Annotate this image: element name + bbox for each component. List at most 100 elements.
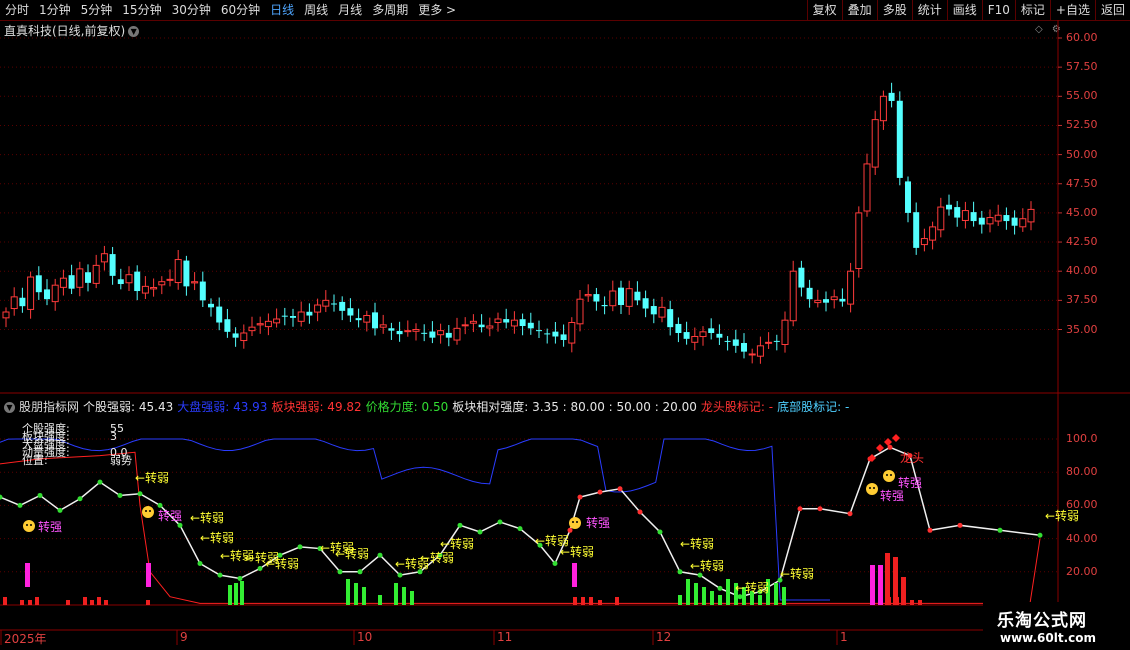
candle-body-up: [920, 238, 928, 246]
strength-dot: [617, 486, 623, 492]
candle-body-up: [76, 268, 84, 288]
strength-dot: [157, 502, 163, 508]
zhuanqiang-label: 转强: [38, 519, 62, 534]
candle-body-up: [404, 330, 412, 333]
candle-body-up: [264, 320, 272, 328]
candle-body-up: [937, 206, 945, 231]
sad-face-icon: [149, 510, 151, 512]
strength-dot: [927, 527, 933, 533]
candle-body-down: [331, 303, 337, 305]
price-tick-label: 47.50: [1066, 176, 1098, 190]
leader-diamond-icon: [892, 434, 900, 442]
price-tick-label: 52.50: [1066, 118, 1098, 132]
sad-face-icon: [873, 487, 875, 489]
momentum-bar: [234, 583, 238, 605]
strength-dot: [197, 561, 203, 566]
candle-body-down: [445, 332, 452, 338]
candle-body-up: [568, 322, 576, 344]
longtou-label: 龙头: [900, 451, 924, 465]
candle-body-up: [191, 281, 199, 284]
candle-body-down: [724, 340, 731, 342]
candle-body-up: [314, 304, 322, 313]
strength-dot: [497, 519, 503, 525]
sad-face-icon: [30, 524, 32, 526]
position-bar: [28, 600, 32, 605]
sad-face-icon: [883, 470, 895, 482]
candle-body-up: [51, 284, 59, 303]
momentum-bar: [694, 583, 698, 605]
candle-body-down: [544, 333, 551, 335]
candle-body-up: [658, 306, 666, 318]
strength-dot: [257, 565, 263, 571]
strength-dot: [77, 496, 83, 502]
candle-body-down: [396, 330, 403, 335]
zhuanruo-label: ←转弱: [335, 546, 369, 561]
strength-dot: [637, 509, 643, 515]
candle-body-up: [453, 327, 461, 341]
candle-body-up: [1027, 208, 1035, 223]
candle-body-down: [560, 334, 567, 340]
candle-body-up: [748, 353, 756, 356]
momentum-bar: [782, 587, 786, 605]
candle-body-up: [814, 299, 822, 304]
candle-body-up: [150, 287, 158, 290]
candle-body-down: [355, 318, 362, 321]
indicator-tick-label: 40.00: [1066, 531, 1098, 545]
strength-dot: [357, 569, 363, 575]
momentum-bar: [718, 595, 722, 605]
chevron-down-icon[interactable]: ▼: [4, 402, 15, 413]
candle-body-down: [199, 281, 206, 301]
indicator-item-6: 底部股标记: -: [777, 400, 850, 414]
candle-body-down: [1011, 217, 1018, 226]
candle-body-up: [92, 264, 100, 284]
sad-face-icon: [869, 487, 871, 489]
date-label: 2025年: [4, 632, 47, 646]
candle-body-down: [216, 306, 223, 323]
candle-body-down: [339, 301, 346, 311]
candle-body-down: [1003, 215, 1010, 222]
flag-bar: [25, 563, 30, 587]
candle-body-down: [421, 332, 428, 334]
candle-body-up: [240, 332, 248, 342]
candle-body-down: [85, 272, 91, 283]
candle-body-down: [913, 212, 920, 248]
candle-body-down: [224, 319, 231, 332]
candle-body-up: [297, 311, 305, 322]
candle-body-up: [830, 296, 838, 301]
chart-canvas[interactable]: ←转弱←转弱←转弱←转弱←转弱←转弱←转弱←转弱←转弱←转弱←转弱 ←转弱←转弱←…: [0, 0, 1130, 650]
candle-body-down: [970, 212, 977, 222]
momentum-bar: [758, 595, 762, 605]
candle-body-down: [954, 207, 961, 218]
position-bar: [581, 597, 585, 605]
candle-body-down: [117, 279, 124, 285]
candle-body-up: [158, 281, 166, 286]
candle-body-up: [322, 299, 330, 307]
candle-body-down: [806, 287, 813, 300]
position-bar: [66, 600, 70, 605]
candle-body-up: [363, 315, 371, 323]
candle-body-up: [27, 276, 35, 310]
zhuanruo-label: ←转弱: [680, 536, 714, 551]
zhuanruo-label: ←转弱: [265, 556, 299, 571]
candle-body-down: [183, 260, 190, 287]
candle-body-up: [59, 277, 67, 288]
candle-body-up: [986, 217, 994, 225]
candle-body-up: [412, 329, 420, 332]
candle-body-down: [675, 323, 682, 333]
candle-body-down: [388, 328, 395, 331]
strength-dot: [217, 572, 223, 578]
momentum-bar: [678, 595, 682, 605]
candle-body-down: [306, 311, 313, 316]
zhuanqiang-label: 转强: [586, 515, 610, 530]
price-tick-label: 42.50: [1066, 235, 1098, 249]
momentum-bar: [228, 585, 232, 605]
candle-body-up: [765, 341, 773, 344]
zhuanruo-label: ←转弱: [735, 580, 769, 595]
strength-dot: [377, 552, 383, 558]
candle-body-up: [494, 318, 502, 324]
candle-body-up: [510, 319, 518, 327]
candle-body-down: [347, 308, 354, 316]
momentum-bar: [402, 587, 406, 605]
candle-body-up: [576, 298, 584, 325]
sad-face-icon: [145, 510, 147, 512]
